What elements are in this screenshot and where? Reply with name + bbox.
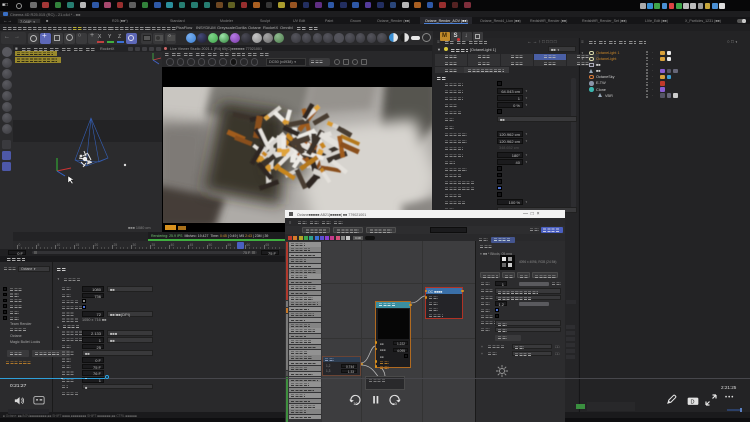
svg-text:D: D <box>690 399 694 405</box>
svg-text:x0: x0 <box>393 401 398 406</box>
svg-text:10: 10 <box>353 401 358 406</box>
